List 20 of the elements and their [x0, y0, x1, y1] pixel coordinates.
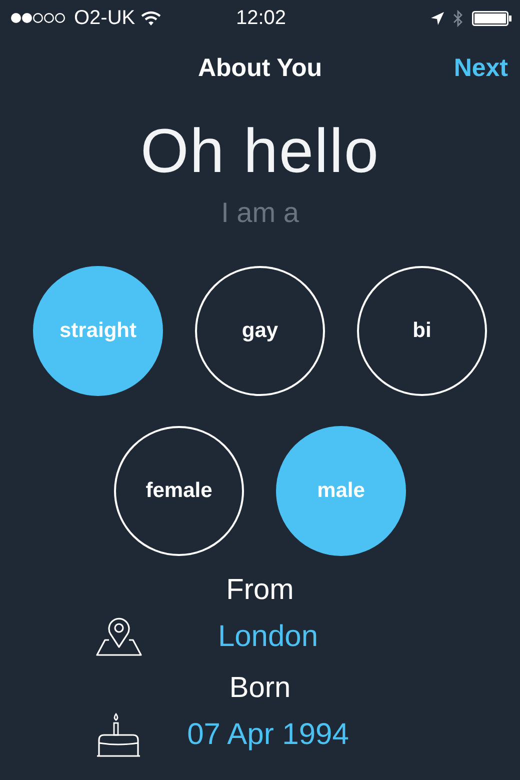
screen-title: About You: [198, 54, 322, 82]
greeting-heading: Oh hello: [140, 116, 380, 188]
map-pin-icon: [96, 617, 142, 657]
clock-time: 12:02: [236, 6, 286, 30]
signal-icon: [10, 12, 68, 24]
next-button[interactable]: Next: [454, 54, 508, 82]
carrier-name: O2-UK: [74, 6, 136, 30]
prompt-text: I am a: [220, 196, 300, 230]
option-button[interactable]: gay: [195, 266, 325, 396]
option-button[interactable]: bi: [357, 266, 487, 396]
birthday-cake-icon: [96, 712, 142, 758]
born-label: Born: [228, 671, 292, 706]
battery-icon: [472, 10, 512, 26]
city-value[interactable]: London: [218, 620, 318, 654]
wifi-icon: [141, 10, 162, 26]
option-button[interactable]: female: [114, 426, 244, 556]
location-arrow-icon: [431, 12, 444, 24]
bluetooth-icon: [453, 10, 463, 26]
birth-date-value[interactable]: 07 Apr 1994: [187, 718, 349, 752]
from-label: From: [225, 573, 295, 608]
